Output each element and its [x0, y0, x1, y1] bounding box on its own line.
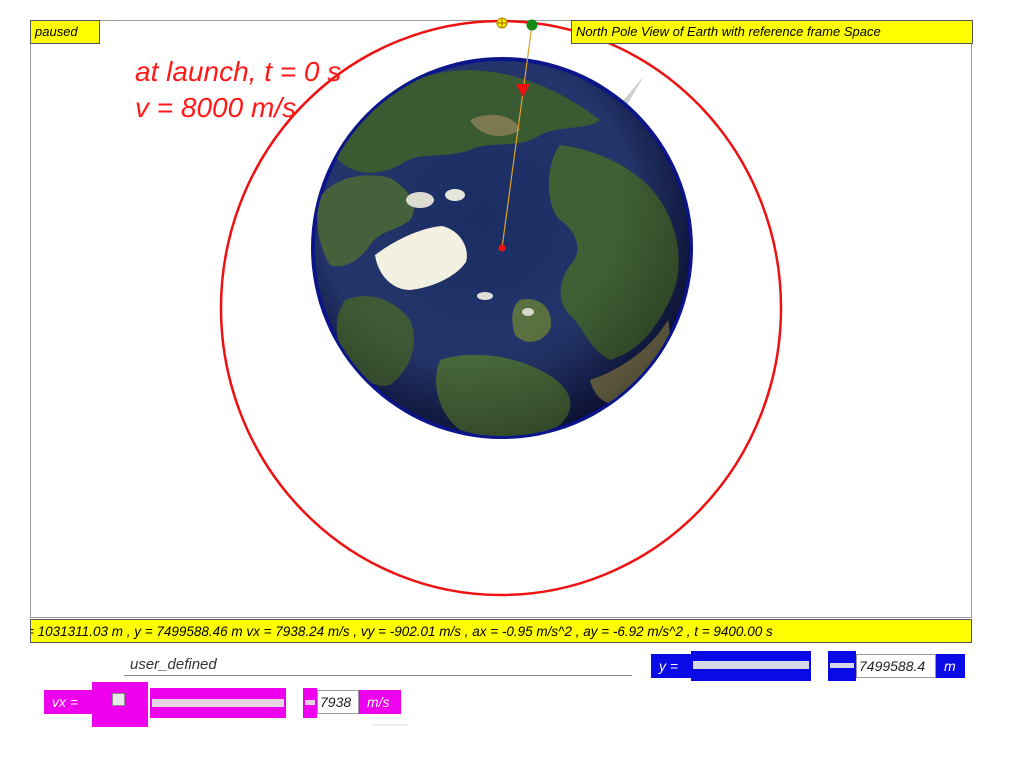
vx-unit-label: m/s [359, 690, 401, 714]
status-label: paused [30, 20, 100, 44]
view-title: North Pole View of Earth with reference … [571, 20, 973, 44]
launch-time-annotation: at launch, t = 0 s [135, 56, 342, 87]
vx-slider-track[interactable] [152, 699, 284, 707]
state-readout-text: = 1031311.03 m , y = 7499588.46 m vx = 7… [30, 624, 773, 639]
vx-small-slider-track[interactable] [305, 700, 315, 705]
vx-small-slider[interactable] [303, 688, 317, 718]
y-small-slider[interactable] [828, 651, 856, 681]
vx-slider[interactable] [150, 688, 286, 718]
green-dot-icon[interactable] [526, 19, 538, 31]
y-value-field[interactable]: 7499588.4 [856, 654, 936, 678]
y-unit-label: m [936, 654, 965, 678]
vx-value-field[interactable]: 7938 [317, 690, 359, 714]
y-label: y = [651, 654, 691, 678]
orbit-mode-field[interactable]: user_defined [124, 654, 632, 676]
y-slider[interactable] [691, 651, 811, 681]
vx-label: vx = [44, 690, 92, 714]
y-slider-track[interactable] [693, 661, 809, 669]
launch-speed-annotation: v = 8000 m/s [135, 92, 297, 123]
state-readout-bar: = 1031311.03 m , y = 7499588.46 m vx = 7… [30, 619, 972, 643]
vx-checkbox[interactable] [112, 693, 125, 706]
y-small-slider-track[interactable] [830, 663, 854, 668]
divider [372, 724, 408, 726]
